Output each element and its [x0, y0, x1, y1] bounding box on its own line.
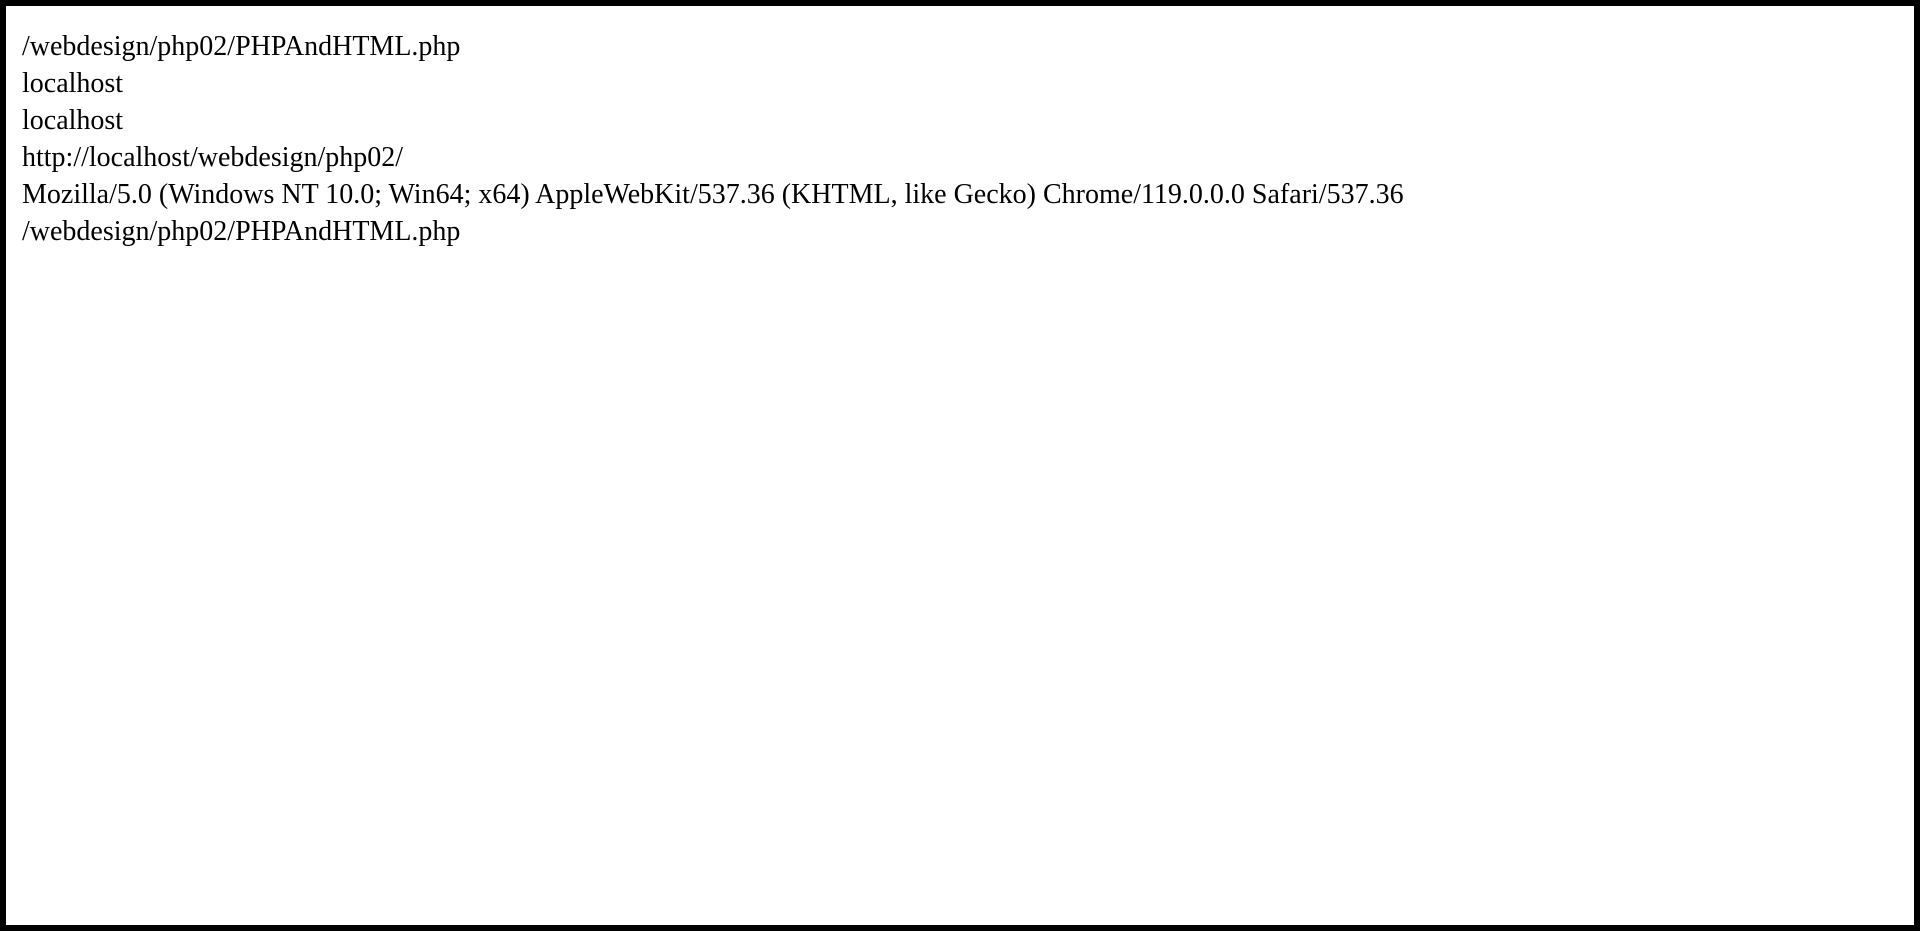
php-self-line: /webdesign/php02/PHPAndHTML.php — [22, 31, 461, 62]
http-referer-line: http://localhost/webdesign/php02/ — [22, 142, 404, 173]
script-name-line: /webdesign/php02/PHPAndHTML.php — [22, 216, 461, 247]
http-host-line: localhost — [22, 105, 124, 136]
page-frame: /webdesign/php02/PHPAndHTML.php localhos… — [0, 0, 1920, 931]
user-agent-line: Mozilla/5.0 (Windows NT 10.0; Win64; x64… — [22, 179, 1404, 210]
server-name-line: localhost — [22, 68, 124, 99]
server-info-output: /webdesign/php02/PHPAndHTML.php localhos… — [22, 28, 1404, 250]
